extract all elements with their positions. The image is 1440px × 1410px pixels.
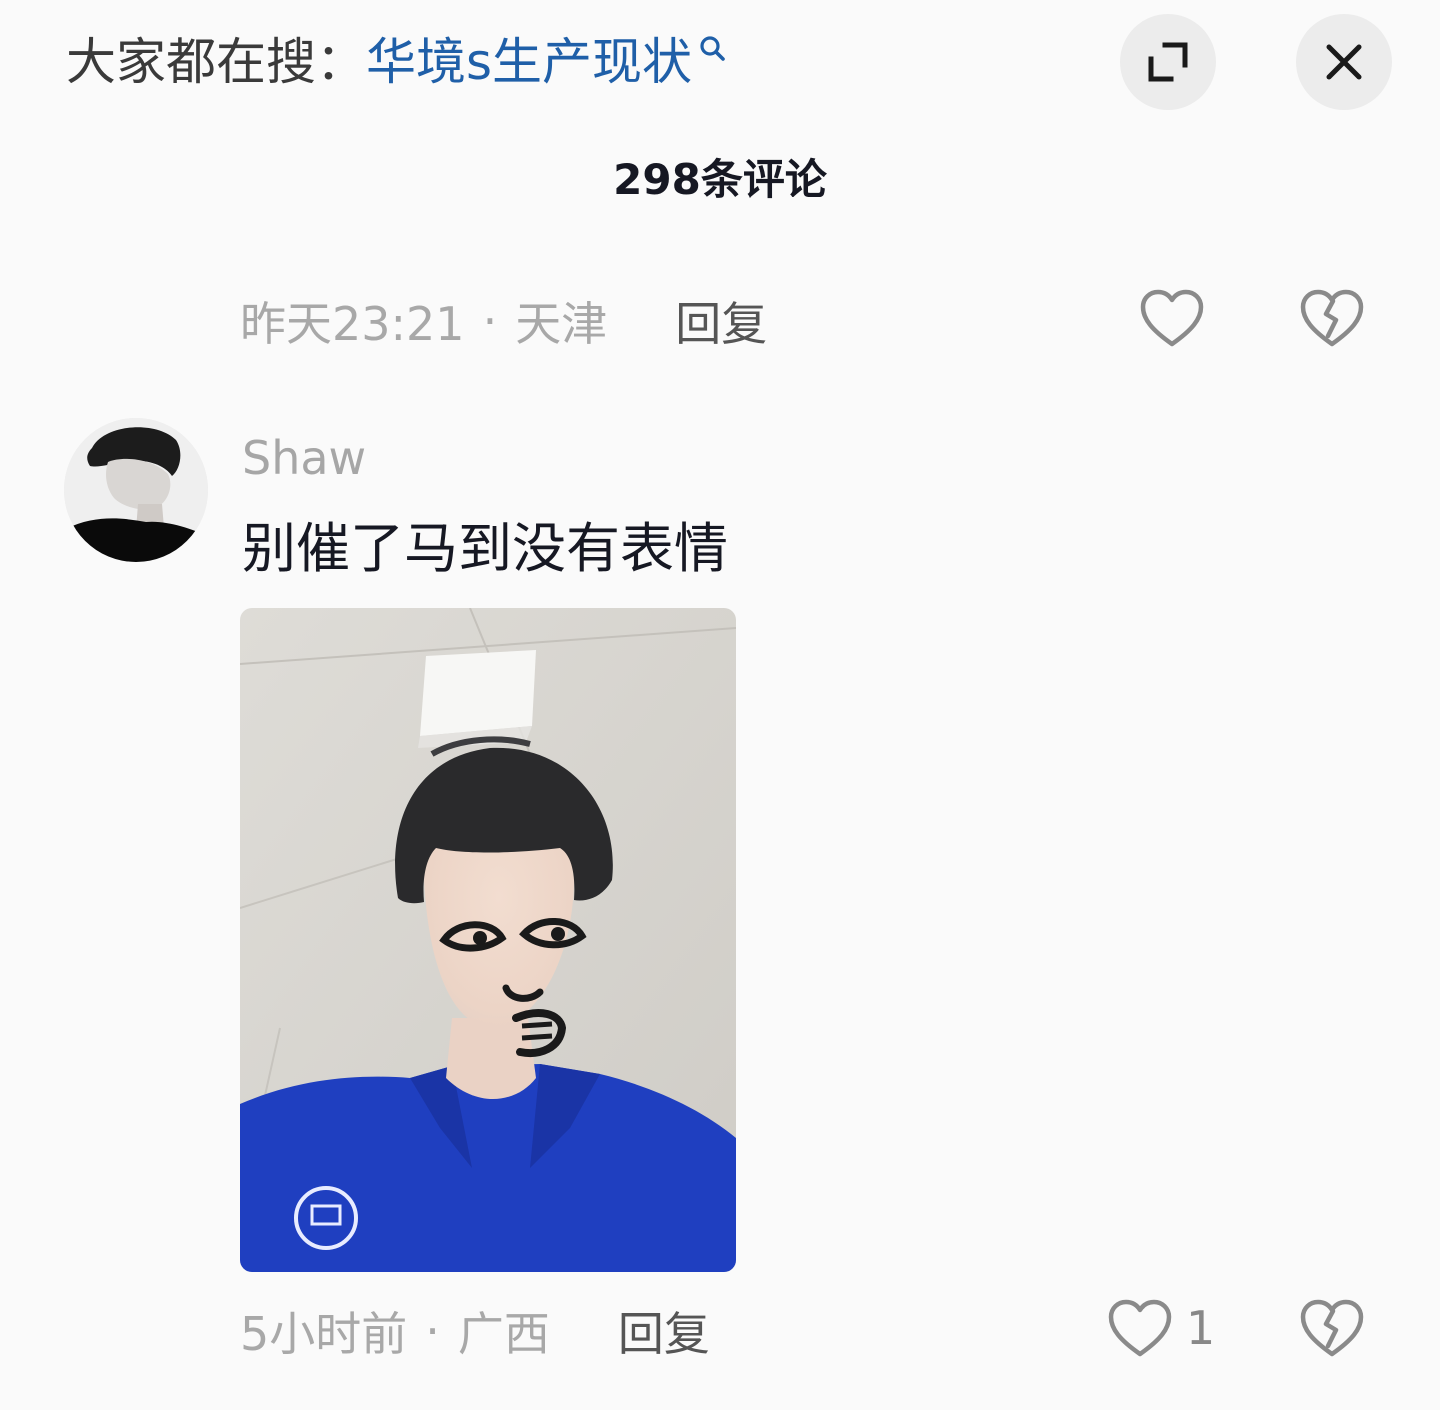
meta-separator: · — [482, 294, 498, 348]
comment-location: 广西 — [457, 1307, 550, 1361]
reply-button[interactable]: 回复 — [618, 1298, 710, 1364]
close-icon — [1326, 44, 1362, 80]
comment-time: 昨天23:21 — [240, 297, 465, 351]
heart-icon — [1140, 289, 1204, 347]
comment-image[interactable] — [240, 608, 736, 1272]
comment-location: 天津 — [515, 297, 608, 351]
header: 大家都在搜： 华境s生产现状 — [0, 0, 1440, 130]
meme-photo — [240, 608, 736, 1272]
comment-username[interactable]: Shaw — [242, 428, 366, 488]
close-button[interactable] — [1296, 14, 1392, 110]
heart-icon — [1108, 1299, 1172, 1357]
broken-heart-icon — [1300, 1299, 1364, 1357]
meta-separator: · — [425, 1304, 440, 1358]
search-suggestion-prefix: 大家都在搜： — [66, 33, 366, 91]
like-count: 1 — [1186, 1301, 1216, 1355]
avatar-photo — [64, 418, 208, 562]
dislike-button[interactable] — [1300, 288, 1364, 352]
search-suggestion[interactable]: 大家都在搜： 华境s生产现状 — [66, 30, 726, 94]
like-button[interactable] — [1140, 288, 1204, 348]
like-button[interactable]: 1 — [1108, 1298, 1215, 1358]
search-icon — [700, 36, 725, 61]
comment-time: 5小时前 — [240, 1307, 408, 1361]
reply-button[interactable]: 回复 — [675, 288, 767, 354]
broken-heart-icon — [1300, 289, 1364, 347]
comment-count-title: 298条评论 — [613, 155, 827, 204]
comment-text: 别催了马到没有表情 — [242, 517, 728, 580]
expand-button[interactable] — [1120, 14, 1216, 110]
search-suggestion-keyword[interactable]: 华境s生产现状 — [366, 30, 692, 94]
comment-panel: 大家都在搜： 华境s生产现状 298条评论 昨天23:21 · 天津 回复 Sh… — [0, 0, 1440, 1410]
avatar[interactable] — [64, 418, 208, 562]
previous-comment-meta: 昨天23:21 · 天津 回复 — [240, 286, 1380, 356]
dislike-button[interactable] — [1300, 1298, 1364, 1362]
expand-icon — [1148, 42, 1188, 82]
